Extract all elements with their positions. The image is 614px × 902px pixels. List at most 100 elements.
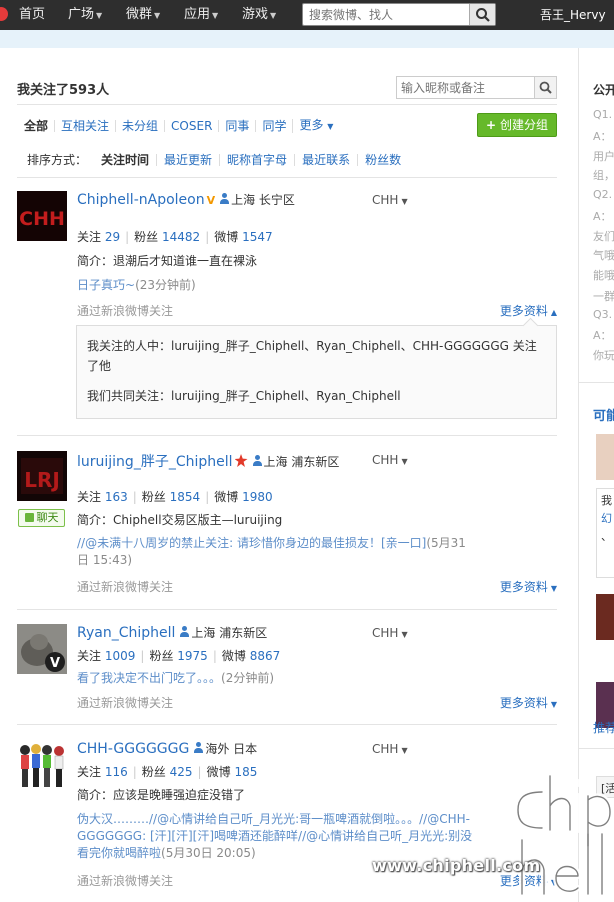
nav-home[interactable]: 首页 <box>19 0 45 30</box>
chevron-down-icon: ▼ <box>401 457 408 466</box>
weibo-count[interactable]: 1547 <box>242 230 273 244</box>
chevron-down-icon: ▼ <box>550 700 557 709</box>
latest-post[interactable]: 看了我决定不出门吃了。。。(2分钟前) <box>77 670 274 687</box>
latest-post-text: 日子真巧~ <box>77 278 136 292</box>
sort-by-recent-contact[interactable]: 最近联系 <box>294 153 357 166</box>
list-item: CHH-GGGGGGG 海外 日本 CHH ▼ 关注 116 | 粉丝 425 | 微博 1… <box>17 740 557 890</box>
sort-by-follow-time[interactable]: 关注时间 <box>99 154 156 166</box>
svg-text:LRJ: LRJ <box>24 468 60 492</box>
avatar[interactable]: V <box>17 624 67 674</box>
divider <box>17 177 557 178</box>
nav-groups[interactable]: 微群 ▼ <box>126 0 160 30</box>
group-dropdown[interactable]: CHH ▼ <box>372 193 408 207</box>
star-badge-icon <box>234 454 248 467</box>
sort-by-recent-update[interactable]: 最近更新 <box>156 153 219 166</box>
divider <box>17 435 557 436</box>
fans-count[interactable]: 1975 <box>177 649 208 663</box>
weibo-label: 微博 <box>214 230 239 244</box>
latest-post[interactable]: 日子真巧~(23分钟前) <box>77 277 196 294</box>
faq-line: 能哦 <box>593 269 614 282</box>
weibo-count[interactable]: 1980 <box>242 490 273 504</box>
divider <box>17 609 557 610</box>
weibo-count[interactable]: 8867 <box>250 649 281 663</box>
list-item: LRJ 聊天 luruijing_胖子_Chiphell 上海 浦东新区 CHH ▼… <box>17 451 557 603</box>
note-search <box>396 76 557 99</box>
sort-row: 排序方式： 关注时间 最近更新 昵称首字母 最近联系 粉丝数 <box>27 151 408 168</box>
group-label: CHH <box>372 453 399 467</box>
chevron-down-icon: ▼ <box>550 584 557 593</box>
sort-by-fans[interactable]: 粉丝数 <box>357 153 408 166</box>
user-name-link[interactable]: Ryan_Chiphell 上海 浦东新区 <box>77 624 267 641</box>
verified-v-icon: V <box>206 194 216 207</box>
following-count[interactable]: 1009 <box>105 649 136 663</box>
avatar[interactable] <box>596 594 614 640</box>
top-nav-bar: 首页 广场▼ 微群▼ 应用▼ 游戏▼ 吾王_Hervy <box>0 0 614 30</box>
chevron-up-icon: ▲ <box>550 308 557 317</box>
divider <box>17 724 557 725</box>
search-button[interactable] <box>469 4 495 25</box>
fans-count[interactable]: 1854 <box>170 490 201 504</box>
nav-apps[interactable]: 应用 ▼ <box>184 0 218 30</box>
avatar[interactable]: CHH <box>17 191 67 241</box>
sort-by-nickname[interactable]: 昵称首字母 <box>219 153 294 166</box>
group-dropdown[interactable]: CHH ▼ <box>372 453 408 467</box>
fans-count[interactable]: 425 <box>170 765 193 779</box>
tab-coser[interactable]: COSER <box>164 120 218 132</box>
latest-post-time: (5月30日 20:05) <box>161 846 256 860</box>
tab-classmates[interactable]: 同学 <box>255 120 292 132</box>
group-dropdown[interactable]: CHH ▼ <box>372 742 408 756</box>
chat-button[interactable]: 聊天 <box>18 509 65 527</box>
more-info-toggle[interactable]: 更多资料 ▼ <box>500 872 557 889</box>
sidebar-recommend-link[interactable]: 推荐 <box>593 719 614 736</box>
card-line: 我 <box>601 494 612 507</box>
tab-colleagues[interactable]: 同事 <box>218 120 255 132</box>
following-count[interactable]: 29 <box>105 230 120 244</box>
more-info-toggle[interactable]: 更多资料 ▲ <box>500 302 557 319</box>
user-name-link[interactable]: Chiphell-nApoleon V 上海 长宁区 <box>77 191 295 208</box>
tab-more[interactable]: 更多 ▼ <box>292 119 339 133</box>
note-search-input[interactable] <box>397 77 531 98</box>
latest-post[interactable]: 伪大汉………//@心情讲给自己听_月光光:哥一瓶啤酒就倒啦。。。//@CHH-G… <box>77 811 477 862</box>
latest-post[interactable]: //@未满十八周岁的禁止关注: 请珍惜你身边的最佳损友！[亲一口](5月31日 … <box>77 535 477 569</box>
user-bio: 简介：退潮后才知道谁一直在裸泳 <box>77 254 258 268</box>
following-count[interactable]: 116 <box>105 765 128 779</box>
tab-all[interactable]: 全部 <box>24 120 54 132</box>
weibo-logo-icon[interactable] <box>0 7 8 21</box>
weibo-count[interactable]: 185 <box>234 765 257 779</box>
avatar[interactable] <box>17 740 67 790</box>
note-search-button[interactable] <box>534 77 556 98</box>
global-search-input[interactable] <box>303 4 467 25</box>
chevron-down-icon: ▼ <box>270 11 277 20</box>
list-item: CHH Chiphell-nApoleon V 上海 长宁区 CHH ▼ 关注 29 |… <box>17 191 557 423</box>
more-info-toggle[interactable]: 更多资料 ▼ <box>500 694 557 711</box>
chat-icon <box>24 513 34 522</box>
avatar[interactable]: LRJ <box>17 451 67 501</box>
tab-mutual[interactable]: 互相关注 <box>54 120 115 132</box>
more-info-toggle[interactable]: 更多资料 ▼ <box>500 578 557 595</box>
nav-games[interactable]: 游戏 ▼ <box>242 0 276 30</box>
weibo-label: 微博 <box>206 765 231 779</box>
sidebar-label: [活 <box>596 776 614 798</box>
user-name-link[interactable]: luruijing_胖子_Chiphell 上海 浦东新区 <box>77 451 339 471</box>
nav-subbar <box>0 30 614 48</box>
avatar[interactable] <box>596 434 614 480</box>
latest-post-text: 伪大汉………//@心情讲给自己听_月光光:哥一瓶啤酒就倒啦。。。//@CHH-G… <box>77 812 473 860</box>
group-dropdown[interactable]: CHH ▼ <box>372 626 408 640</box>
user-location-icon <box>252 455 263 467</box>
faq-line: 友们 <box>593 230 614 243</box>
chevron-down-icon: ▼ <box>327 122 334 131</box>
fans-count[interactable]: 14482 <box>162 230 200 244</box>
create-group-button[interactable]: + 创建分组 <box>477 113 557 137</box>
faq-line: 组， <box>593 169 614 182</box>
tab-ungrouped[interactable]: 未分组 <box>115 120 164 132</box>
current-user-link[interactable]: 吾王_Hervy <box>540 0 606 30</box>
user-name-link[interactable]: CHH-GGGGGGG 海外 日本 <box>77 740 257 757</box>
following-count[interactable]: 163 <box>105 490 128 504</box>
fans-label: 粉丝 <box>141 490 166 504</box>
nav-square[interactable]: 广场 ▼ <box>68 0 102 30</box>
user-location: 上海 长宁区 <box>231 193 295 207</box>
follow-source: 通过新浪微博关注 <box>77 580 174 594</box>
sidebar-card: 我 幻 、 <box>596 488 614 578</box>
user-location: 海外 日本 <box>205 742 258 756</box>
sort-label: 排序方式： <box>27 153 88 167</box>
